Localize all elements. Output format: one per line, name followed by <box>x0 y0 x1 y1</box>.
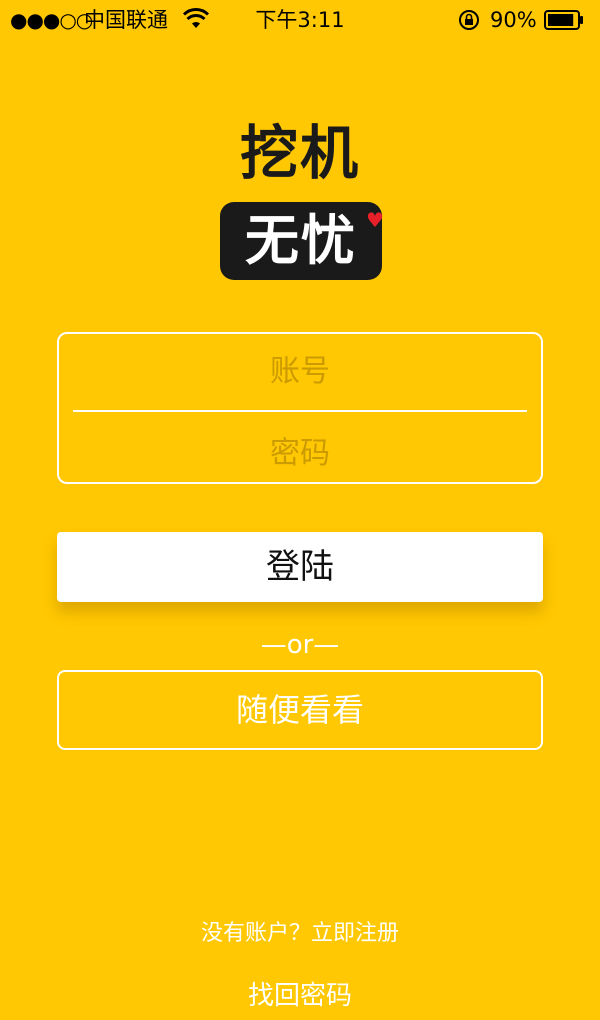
register-link[interactable]: 立即注册 <box>311 921 399 946</box>
battery-percent: 90% <box>490 8 537 32</box>
battery-icon <box>544 10 583 30</box>
forgot-password-link[interactable]: 找回密码 <box>0 978 600 1014</box>
logo-text-bottom: 无忧 <box>245 209 357 272</box>
logo-badge: 无忧 ♥ <box>220 202 384 280</box>
account-input[interactable] <box>73 338 527 404</box>
logo-text-top: 挖机 <box>239 119 360 187</box>
password-input[interactable] <box>73 420 527 486</box>
or-divider: —or— <box>260 630 340 660</box>
register-prompt-row: 没有账户？立即注册 <box>0 918 600 950</box>
heart-icon: ♥ <box>366 208 384 232</box>
rotation-lock-icon <box>459 10 479 30</box>
register-prompt: 没有账户？ <box>200 921 311 946</box>
browse-button[interactable]: 随便看看 <box>57 670 543 750</box>
status-bar: ●●●○○ 中国联通 下午3:11 90% <box>0 0 600 40</box>
app-logo: 挖机 无忧 ♥ <box>210 118 390 288</box>
field-divider <box>73 410 527 412</box>
login-form <box>57 332 543 486</box>
login-button[interactable]: 登陆 <box>57 532 543 602</box>
